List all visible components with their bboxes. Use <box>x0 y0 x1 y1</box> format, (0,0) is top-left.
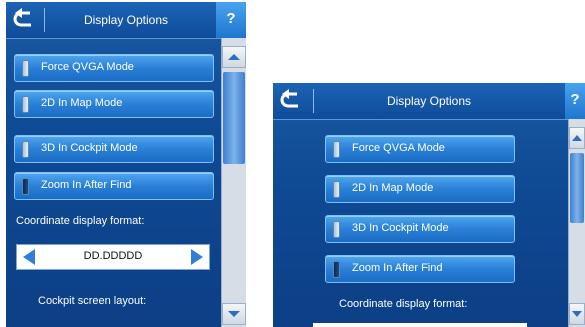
cockpit-layout-label: Cockpit screen layout: <box>38 295 147 307</box>
option-force-qvga[interactable]: Force QVGA Mode <box>325 135 515 163</box>
scroll-up-button[interactable] <box>569 127 585 149</box>
scroll-thumb[interactable] <box>570 153 584 223</box>
back-arrow-icon[interactable] <box>12 8 38 32</box>
option-force-qvga[interactable]: Force QVGA Mode <box>14 54 214 82</box>
scroll-up-icon <box>228 54 240 60</box>
help-button[interactable]: ? <box>565 83 585 119</box>
display-options-screen-large: Display Options ? Force QVGA Mode 2D In … <box>273 83 585 327</box>
title-bar: Display Options <box>273 83 585 120</box>
option-2d-map[interactable]: 2D In Map Mode <box>325 175 515 203</box>
checkbox-icon <box>22 96 29 113</box>
display-options-screen-small: Display Options ? Force QVGA Mode 2D In … <box>6 2 246 327</box>
scroll-up-button[interactable] <box>222 46 246 68</box>
coordinate-format-label: Coordinate display format: <box>16 215 145 227</box>
coordinate-format-selector-edge <box>313 323 527 327</box>
checkbox-icon <box>22 141 29 158</box>
checkbox-checked-icon <box>22 178 29 195</box>
coordinate-format-label: Coordinate display format: <box>339 298 468 310</box>
checkbox-icon <box>333 221 340 238</box>
checkbox-icon <box>333 181 340 198</box>
scroll-down-button[interactable] <box>569 303 585 325</box>
scroll-down-icon <box>572 311 582 317</box>
scroll-up-icon <box>572 135 582 141</box>
checkbox-icon <box>333 141 340 158</box>
option-zoom-after-find[interactable]: Zoom In After Find <box>325 255 515 283</box>
title-separator <box>313 89 314 113</box>
option-3d-cockpit[interactable]: 3D In Cockpit Mode <box>325 215 515 243</box>
scroll-thumb[interactable] <box>223 72 245 164</box>
page-title: Display Options <box>386 94 472 108</box>
coordinate-format-selector[interactable]: DD.DDDDD <box>16 244 210 270</box>
back-arrow-icon[interactable] <box>279 89 305 113</box>
checkbox-icon <box>22 60 29 77</box>
scrollbar[interactable] <box>221 38 246 327</box>
option-zoom-after-find[interactable]: Zoom In After Find <box>14 172 214 200</box>
next-arrow-icon[interactable] <box>191 249 203 265</box>
option-3d-cockpit[interactable]: 3D In Cockpit Mode <box>14 135 214 163</box>
scroll-down-button[interactable] <box>222 303 246 325</box>
help-button[interactable]: ? <box>216 2 246 38</box>
scroll-down-icon <box>228 311 240 317</box>
option-2d-map[interactable]: 2D In Map Mode <box>14 90 214 118</box>
previous-arrow-icon[interactable] <box>23 249 35 265</box>
checkbox-checked-icon <box>333 261 340 278</box>
page-title: Display Options <box>83 13 169 27</box>
title-separator <box>44 8 45 32</box>
scrollbar[interactable] <box>568 119 585 327</box>
title-bar: Display Options <box>6 2 246 39</box>
